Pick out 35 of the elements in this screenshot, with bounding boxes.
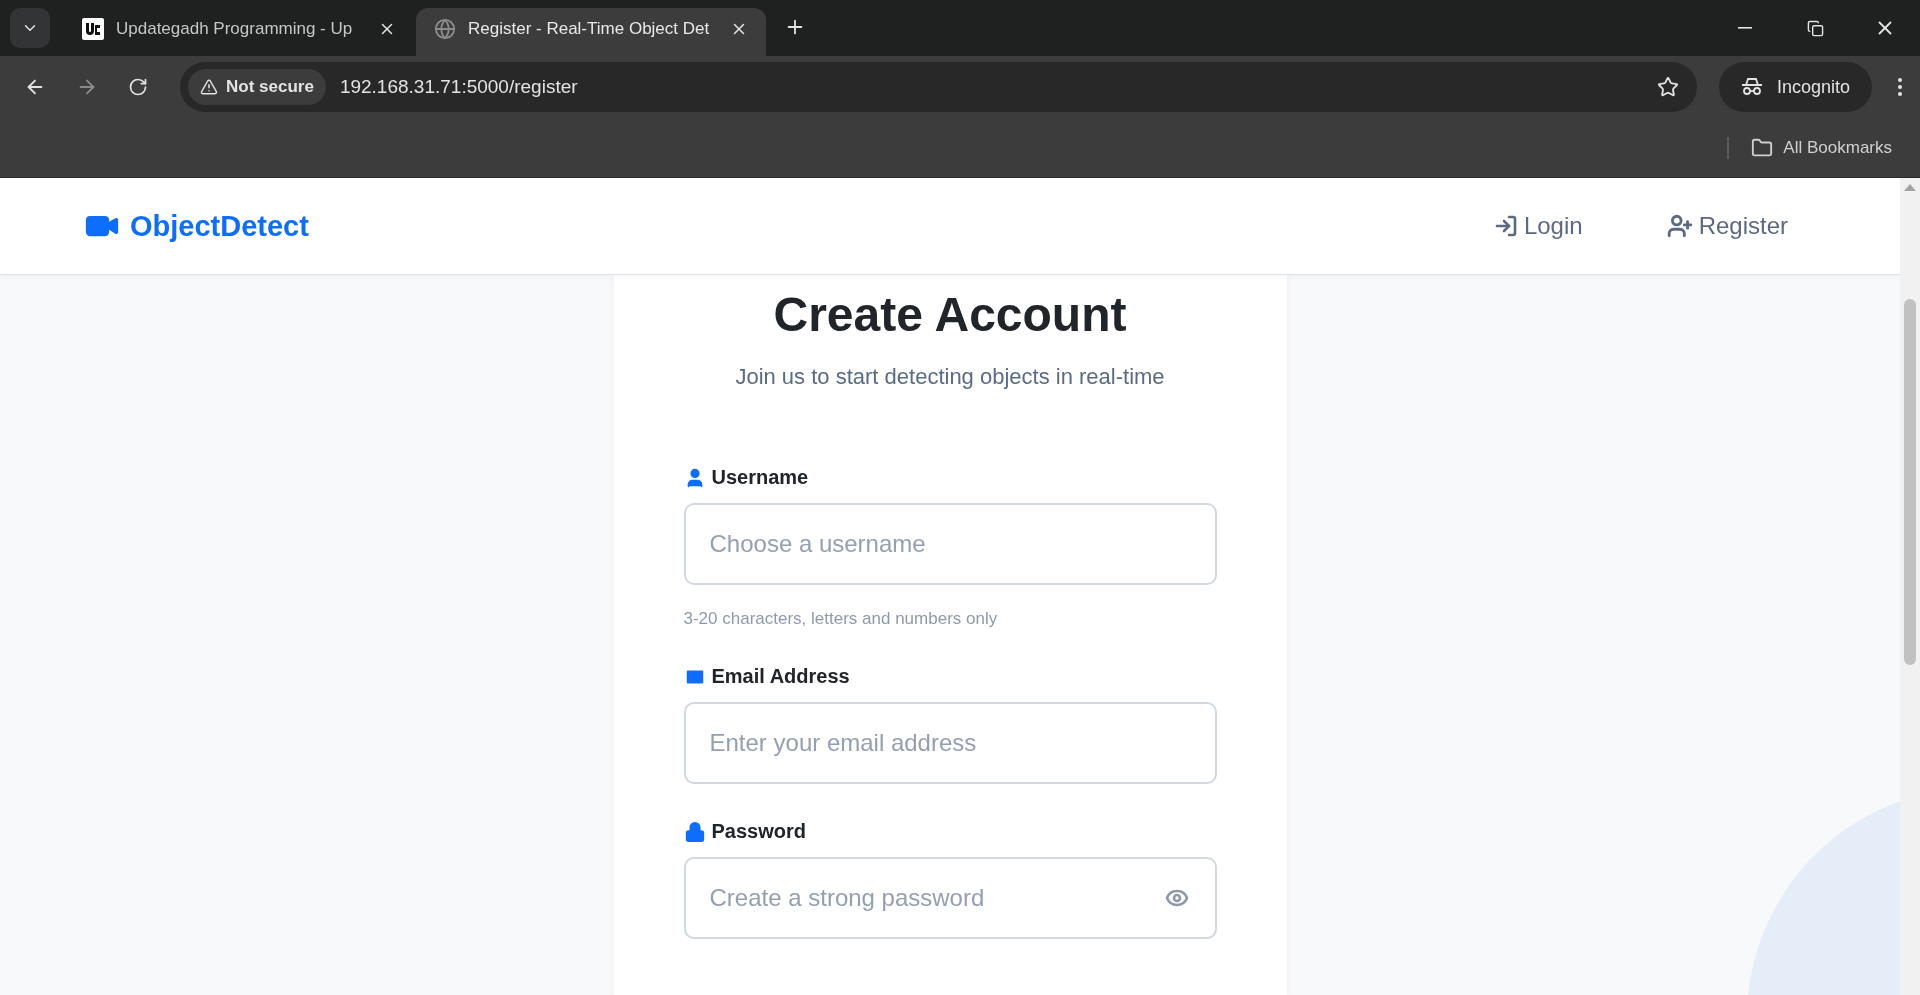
menu-icon — [1898, 78, 1902, 96]
scrollbar[interactable] — [1900, 178, 1920, 995]
page-title: Create Account — [772, 287, 1128, 342]
incognito-button[interactable]: Incognito — [1718, 62, 1872, 112]
security-chip[interactable]: Not secure — [188, 69, 326, 105]
field-label: Password — [683, 820, 1217, 843]
minimize-icon — [1738, 27, 1752, 29]
globe-icon — [434, 18, 456, 40]
lock-icon — [683, 820, 706, 843]
subtitle: Join us to start detecting objects in real-time — [734, 364, 1166, 390]
login-icon — [1493, 214, 1518, 238]
address-bar[interactable]: Not secure 192.168.31.71:5000/register — [180, 62, 1697, 112]
field-label: Username — [683, 466, 1217, 489]
reload-icon — [128, 77, 148, 97]
site-logo-icon — [82, 18, 104, 40]
input-field[interactable]: Enter your email address — [683, 702, 1217, 784]
folder-icon — [1751, 136, 1774, 159]
nav-link[interactable]: Login — [1493, 212, 1583, 240]
field-hint: 3-20 characters, letters and numbers only — [683, 609, 999, 629]
nav-link[interactable]: Register — [1666, 212, 1788, 240]
url-text: 192.168.31.71:5000/register — [339, 76, 579, 98]
brand-link[interactable]: ObjectDetect — [84, 208, 309, 244]
input-field[interactable]: Create a strong password — [683, 857, 1217, 939]
all-bookmarks-button[interactable]: All Bookmarks — [1745, 135, 1898, 160]
restore-icon — [1806, 19, 1824, 37]
tab-title: Register - Real-Time Object Det — [468, 19, 711, 39]
star-icon — [1656, 76, 1679, 98]
browser-tab[interactable]: Updategadh Programming - Up — [64, 8, 414, 56]
tab-title: Updategadh Programming - Up — [116, 19, 354, 39]
user-plus-icon — [1666, 213, 1693, 239]
field-label: Email Address — [683, 665, 1217, 688]
incognito-icon — [1740, 77, 1763, 97]
input-field[interactable]: Choose a username — [683, 503, 1217, 585]
browser-tab[interactable]: Register - Real-Time Object Det — [416, 8, 766, 56]
warning-icon — [200, 78, 218, 96]
